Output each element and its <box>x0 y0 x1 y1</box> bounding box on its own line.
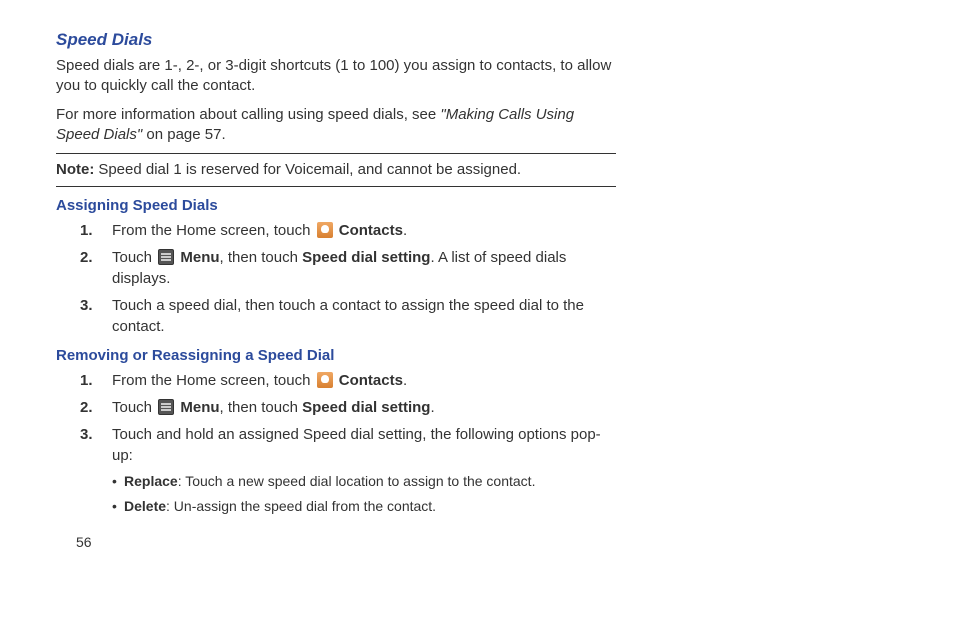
text: . <box>430 399 434 416</box>
remove-step-1: From the Home screen, touch Contacts. <box>102 370 616 391</box>
remove-step-3: Touch and hold an assigned Speed dial se… <box>102 424 616 516</box>
remove-steps: From the Home screen, touch Contacts. To… <box>56 370 616 516</box>
intro-paragraph-1: Speed dials are 1-, 2-, or 3-digit short… <box>56 56 616 97</box>
remove-step-2: Touch Menu, then touch Speed dial settin… <box>102 397 616 418</box>
speed-dial-setting-label: Speed dial setting <box>302 399 430 416</box>
section-title: Speed Dials <box>56 30 616 50</box>
note-text: Speed dial 1 is reserved for Voicemail, … <box>98 160 616 180</box>
text: From the Home screen, touch <box>112 372 315 389</box>
text: . <box>403 372 407 389</box>
menu-icon <box>158 399 174 415</box>
contacts-icon <box>317 372 333 388</box>
intro-paragraph-2: For more information about calling using… <box>56 105 616 146</box>
assign-step-3: Touch a speed dial, then touch a contact… <box>102 295 616 337</box>
note-block: Note: Speed dial 1 is reserved for Voice… <box>56 160 616 180</box>
divider-bottom <box>56 186 616 187</box>
delete-text: : Un-assign the speed dial from the cont… <box>166 498 436 514</box>
page-number: 56 <box>76 534 616 550</box>
contacts-label: Contacts <box>339 372 403 389</box>
text: , then touch <box>220 399 303 416</box>
contacts-icon <box>317 222 333 238</box>
intro-p2-b: on page 57. <box>142 126 225 143</box>
divider-top <box>56 153 616 154</box>
intro-p2-a: For more information about calling using… <box>56 106 440 123</box>
option-delete: Delete: Un-assign the speed dial from th… <box>112 497 616 516</box>
speed-dial-setting-label: Speed dial setting <box>302 249 430 266</box>
manual-page: Speed Dials Speed dials are 1-, 2-, or 3… <box>0 0 656 570</box>
assign-heading: Assigning Speed Dials <box>56 197 616 214</box>
replace-label: Replace <box>124 473 178 489</box>
options-list: Replace: Touch a new speed dial location… <box>112 472 616 516</box>
replace-text: : Touch a new speed dial location to ass… <box>178 473 536 489</box>
menu-icon <box>158 249 174 265</box>
text: . <box>403 222 407 239</box>
remove-heading: Removing or Reassigning a Speed Dial <box>56 347 616 364</box>
menu-label: Menu <box>180 399 219 416</box>
assign-steps: From the Home screen, touch Contacts. To… <box>56 220 616 337</box>
delete-label: Delete <box>124 498 166 514</box>
text: Touch <box>112 399 156 416</box>
assign-step-1: From the Home screen, touch Contacts. <box>102 220 616 241</box>
text: From the Home screen, touch <box>112 222 315 239</box>
assign-step-2: Touch Menu, then touch Speed dial settin… <box>102 247 616 289</box>
text: Touch <box>112 249 156 266</box>
text: , then touch <box>220 249 303 266</box>
contacts-label: Contacts <box>339 222 403 239</box>
text: Touch and hold an assigned Speed dial se… <box>112 426 601 464</box>
note-label: Note: <box>56 160 94 180</box>
option-replace: Replace: Touch a new speed dial location… <box>112 472 616 491</box>
menu-label: Menu <box>180 249 219 266</box>
